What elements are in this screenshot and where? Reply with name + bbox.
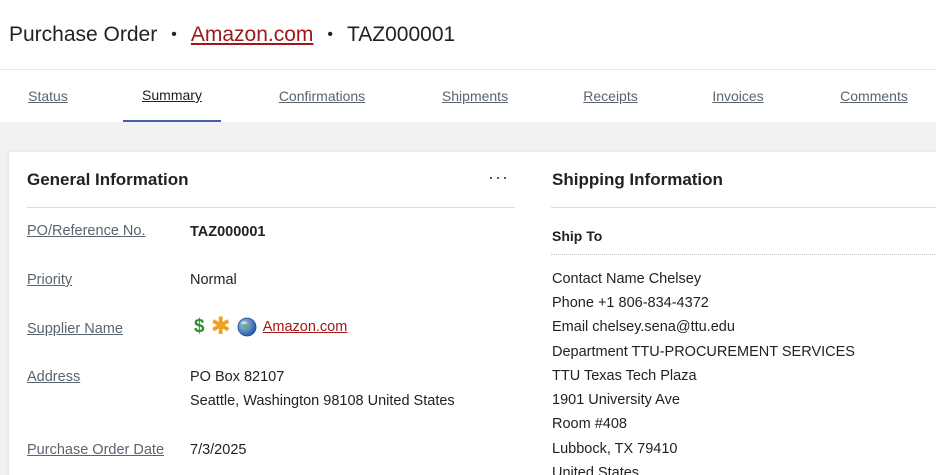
tab-confirmations[interactable]: Confirmations xyxy=(276,70,368,122)
purchase-order-date-value: 7/3/2025 xyxy=(190,442,247,458)
tab-comments[interactable]: Comments xyxy=(838,70,910,122)
address-line-1: PO Box 82107 xyxy=(190,369,285,385)
tab-summary[interactable]: Summary xyxy=(123,70,221,122)
address-line-2: Seattle, Washington 98108 United States xyxy=(190,393,455,409)
po-reference-value: TAZ000001 xyxy=(190,224,266,240)
globe-icon xyxy=(237,317,257,337)
po-number-title: TAZ000001 xyxy=(347,22,456,46)
shipping-information-title: Shipping Information xyxy=(552,170,723,189)
purchase-order-date-label[interactable]: Purchase Order Date xyxy=(27,442,164,458)
tab-bar: Status Summary Confirmations Shipments R… xyxy=(0,70,936,122)
page-title: Purchase Order xyxy=(9,22,158,46)
ship-phone: Phone +1 806-834-4372 xyxy=(552,295,709,311)
ship-to-heading: Ship To xyxy=(552,228,603,244)
tab-status[interactable]: Status xyxy=(26,70,70,122)
title-separator: • xyxy=(327,25,333,43)
ship-to-divider xyxy=(551,254,936,255)
po-reference-label[interactable]: PO/Reference No. xyxy=(27,223,145,239)
supplier-name-label[interactable]: Supplier Name xyxy=(27,321,123,337)
tab-invoices[interactable]: Invoices xyxy=(711,70,765,122)
priority-value: Normal xyxy=(190,272,237,288)
supplier-icons: $ ✱ Amazon.com xyxy=(194,313,348,340)
supplier-header-link[interactable]: Amazon.com xyxy=(191,23,314,47)
supplier-name-link[interactable]: Amazon.com xyxy=(263,319,348,335)
shipping-divider xyxy=(551,207,936,208)
title-separator: • xyxy=(171,25,177,43)
asterisk-icon: ✱ xyxy=(210,313,231,340)
tab-shipments[interactable]: Shipments xyxy=(440,70,510,122)
ship-email: Email chelsey.sena@ttu.edu xyxy=(552,319,735,335)
ship-address-line-1: TTU Texas Tech Plaza xyxy=(552,368,697,384)
ship-contact-name: Contact Name Chelsey xyxy=(552,271,702,287)
ship-room: Room #408 xyxy=(552,416,627,432)
more-options-icon[interactable]: ··· xyxy=(488,167,509,188)
dollar-icon: $ xyxy=(194,316,205,337)
ship-country: United States xyxy=(552,465,640,475)
summary-card: General Information ··· PO/Reference No.… xyxy=(9,152,936,475)
address-label[interactable]: Address xyxy=(27,369,80,385)
ship-city-state-zip: Lubbock, TX 79410 xyxy=(552,441,678,457)
page-header: Purchase Order • Amazon.com • TAZ000001 xyxy=(0,0,936,70)
general-information-title: General Information xyxy=(27,170,189,189)
ship-department: Department TTU-PROCUREMENT SERVICES xyxy=(552,344,855,360)
ship-address-line-2: 1901 University Ave xyxy=(552,392,680,408)
priority-label[interactable]: Priority xyxy=(27,272,72,288)
tab-receipts[interactable]: Receipts xyxy=(582,70,639,122)
general-divider xyxy=(27,207,515,208)
